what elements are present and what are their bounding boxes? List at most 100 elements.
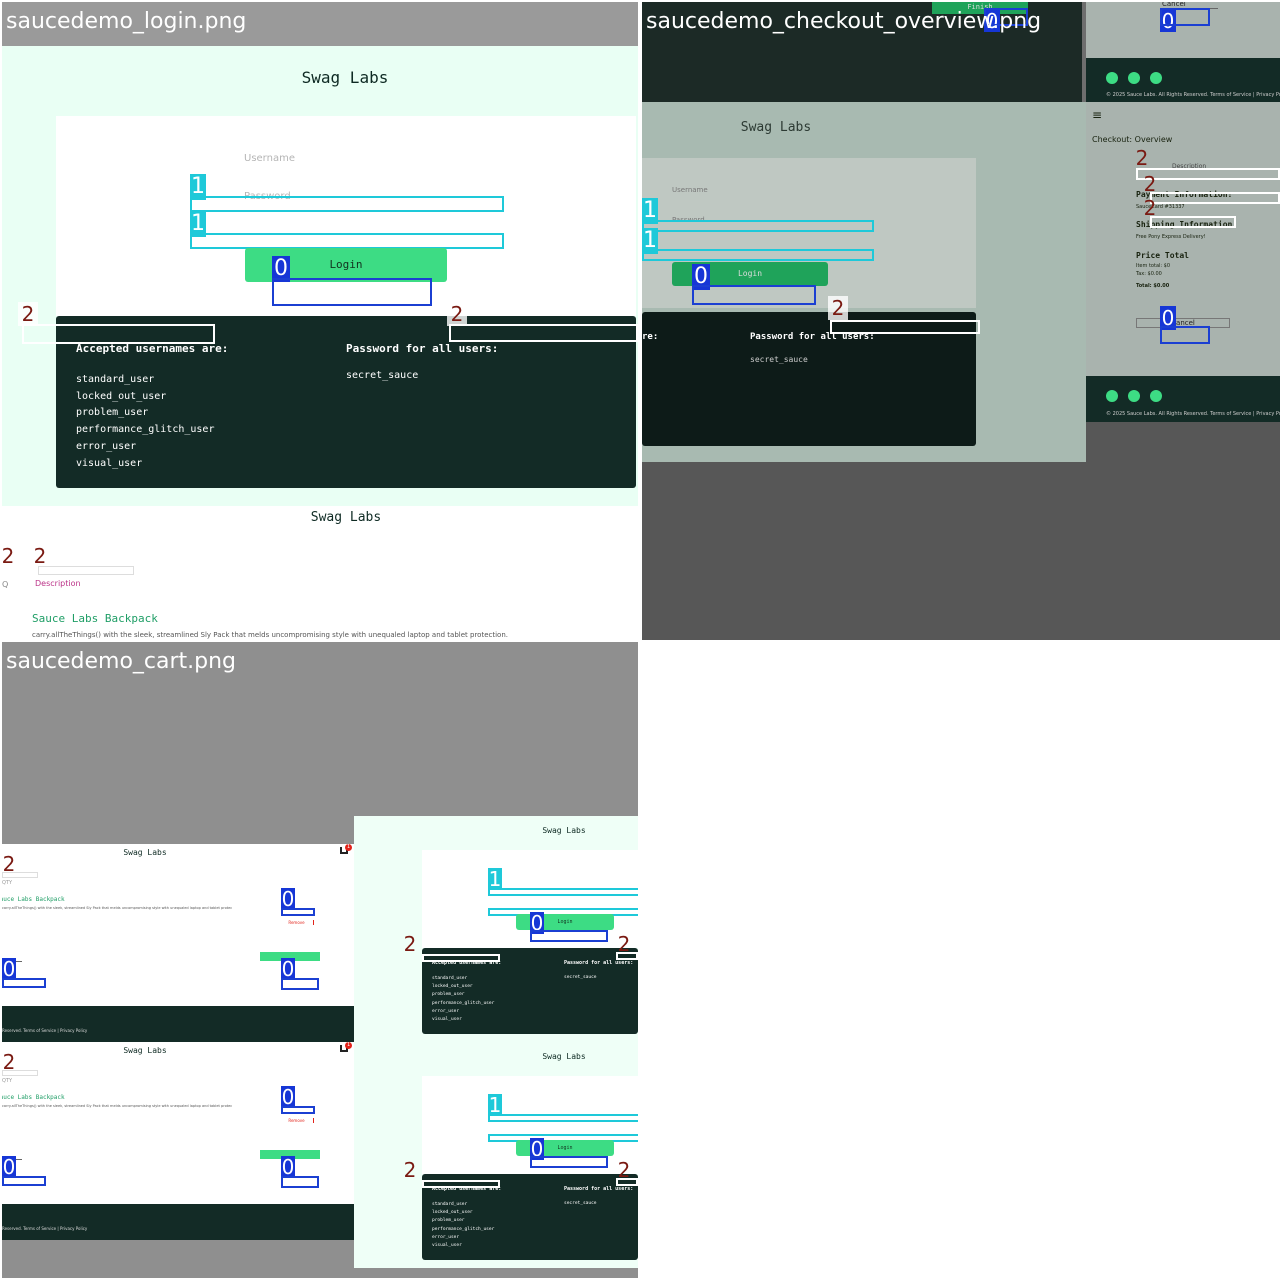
product-name[interactable]: Sauce Labs Backpack bbox=[32, 612, 158, 625]
button-tag: 0 bbox=[281, 887, 295, 911]
shipping-value: Free Pony Express Delivery! bbox=[1136, 234, 1206, 240]
facebook-icon[interactable] bbox=[1128, 72, 1140, 84]
username-input-box[interactable] bbox=[488, 888, 638, 896]
username-input-box[interactable] bbox=[190, 196, 504, 212]
username-item: performance_glitch_user bbox=[432, 1000, 495, 1006]
description-header-box bbox=[38, 566, 134, 575]
password-value: secret_sauce bbox=[346, 370, 419, 381]
app-logo: Swag Labs bbox=[542, 826, 586, 835]
username-list: standard_user locked_out_user problem_us… bbox=[76, 372, 214, 472]
linkedin-icon[interactable] bbox=[1150, 72, 1162, 84]
mini-login-view: Swag Labs 1 Login 0 Accepted usernames a… bbox=[354, 1042, 638, 1268]
qty-header-box bbox=[2, 872, 38, 878]
product-name[interactable]: Sauce Labs Backpack bbox=[2, 896, 65, 903]
text-tag: 2 bbox=[403, 1158, 417, 1182]
remove-button-box[interactable] bbox=[281, 1106, 315, 1114]
panel-checkout: Swag Labs Username Password 1 1 Login 0 … bbox=[642, 2, 1280, 640]
password-input-box[interactable] bbox=[642, 249, 874, 261]
username-item: standard_user bbox=[432, 976, 468, 981]
product-name[interactable]: Sauce Labs Backpack bbox=[2, 1094, 65, 1101]
login-button-box[interactable] bbox=[530, 930, 608, 942]
usernames-heading-box bbox=[22, 324, 215, 344]
mini-login-view: Swag Labs 1 Login 0 Accepted usernames a… bbox=[354, 816, 638, 1042]
product-description: carry.allTheThings() with the sleek, str… bbox=[32, 631, 508, 639]
login-button-box[interactable] bbox=[530, 1156, 608, 1168]
app-logo: Swag Labs bbox=[740, 120, 812, 135]
input-tag: 1 bbox=[488, 1093, 502, 1117]
app-logo: Swag Labs bbox=[310, 510, 382, 525]
username-item: problem_user bbox=[432, 992, 465, 998]
usernames-heading-tail: re: bbox=[642, 332, 659, 342]
username-item: error_user bbox=[76, 440, 137, 452]
description-header: Description bbox=[35, 579, 81, 588]
qty-header: QTY bbox=[2, 1078, 13, 1084]
checkout-button-box[interactable] bbox=[281, 978, 319, 990]
facebook-icon[interactable] bbox=[1128, 390, 1140, 402]
username-item: locked_out_user bbox=[432, 1210, 473, 1216]
twitter-icon[interactable] bbox=[1106, 390, 1118, 402]
continue-shopping-box[interactable] bbox=[2, 1176, 46, 1186]
footer bbox=[2, 1006, 354, 1042]
text-tag: 2 bbox=[30, 544, 50, 568]
username-list: standard_user locked_out_user problem_us… bbox=[432, 975, 494, 1024]
text-tag: 2 bbox=[617, 1158, 631, 1182]
product-description: carry.allTheThings() with the sleek, str… bbox=[2, 1104, 232, 1108]
cart-view: Swag Labs 1 2 QTY Sauce Labs Backpack ca… bbox=[2, 1042, 354, 1240]
input-tag: 1 bbox=[190, 211, 206, 237]
panel-login: saucedemo_login.png Swag Labs Username P… bbox=[2, 2, 638, 640]
input-tag: 1 bbox=[190, 174, 206, 200]
password-value: secret_sauce bbox=[564, 1201, 597, 1206]
text-tag: 2 bbox=[828, 296, 848, 320]
password-input-box[interactable] bbox=[190, 233, 504, 249]
cart-badge: 1 bbox=[345, 844, 352, 851]
linkedin-icon[interactable] bbox=[1150, 390, 1162, 402]
login-button-box[interactable] bbox=[272, 278, 432, 306]
hamburger-icon[interactable]: ≡ bbox=[1092, 108, 1102, 122]
username-input-box[interactable] bbox=[488, 1114, 638, 1122]
username-input-box[interactable] bbox=[642, 220, 874, 232]
username-item: error_user bbox=[432, 1234, 460, 1240]
login-button-box[interactable] bbox=[692, 285, 816, 305]
panel-title: saucedemo_checkout_overview.png bbox=[646, 9, 1042, 34]
username-item: error_user bbox=[432, 1008, 460, 1014]
remove-button-box[interactable] bbox=[281, 908, 315, 916]
username-item: visual_user bbox=[432, 1017, 462, 1023]
cart-view: Swag Labs 1 2 QTY Sauce Labs Backpack ca… bbox=[2, 844, 354, 1042]
username-input[interactable]: Username bbox=[244, 153, 295, 164]
input-tag: 1 bbox=[488, 867, 502, 891]
remove-button[interactable]: Remove bbox=[280, 920, 314, 925]
button-tag: 0 bbox=[281, 957, 295, 981]
continue-shopping-box[interactable] bbox=[2, 978, 46, 988]
text-tag: 2 bbox=[1135, 146, 1149, 170]
password-heading-box bbox=[830, 320, 980, 334]
text-tag: 2 bbox=[2, 544, 18, 568]
qty-header-box bbox=[2, 1070, 38, 1076]
empty-quadrant bbox=[642, 642, 1278, 1278]
app-logo: Swag Labs bbox=[301, 68, 389, 87]
checkout-button-box[interactable] bbox=[281, 1176, 319, 1188]
remove-button[interactable]: Remove bbox=[280, 1118, 314, 1123]
username-item: visual_user bbox=[76, 457, 143, 469]
cart-badge: 1 bbox=[345, 1042, 352, 1049]
username-item: performance_glitch_user bbox=[432, 1226, 495, 1232]
footer-text: © 2025 Sauce Labs. All Rights Reserved. … bbox=[1106, 92, 1280, 98]
page-title: Checkout: Overview bbox=[1092, 135, 1173, 144]
username-item: visual_user bbox=[432, 1243, 462, 1249]
username-input[interactable]: Username bbox=[672, 186, 708, 194]
button-tag: 0 bbox=[281, 1085, 295, 1109]
username-item: locked_out_user bbox=[432, 984, 473, 990]
password-heading: Password for all users: bbox=[564, 960, 634, 966]
button-tag: 0 bbox=[2, 957, 16, 981]
password-heading-box bbox=[449, 324, 638, 342]
app-logo: Swag Labs bbox=[123, 1046, 167, 1055]
twitter-icon[interactable] bbox=[1106, 72, 1118, 84]
text-tag: 2 bbox=[1143, 196, 1157, 220]
button-tag: 0 bbox=[2, 1155, 16, 1179]
qty-header: QTY bbox=[2, 880, 13, 886]
app-logo: Swag Labs bbox=[542, 1052, 586, 1061]
text-tag: 2 bbox=[447, 302, 467, 326]
cancel-button-box[interactable] bbox=[1160, 326, 1210, 344]
item-total: Item total: $0 bbox=[1136, 263, 1171, 269]
tax: Tax: $0.00 bbox=[1136, 271, 1162, 277]
text-tag: 2 bbox=[18, 302, 38, 326]
